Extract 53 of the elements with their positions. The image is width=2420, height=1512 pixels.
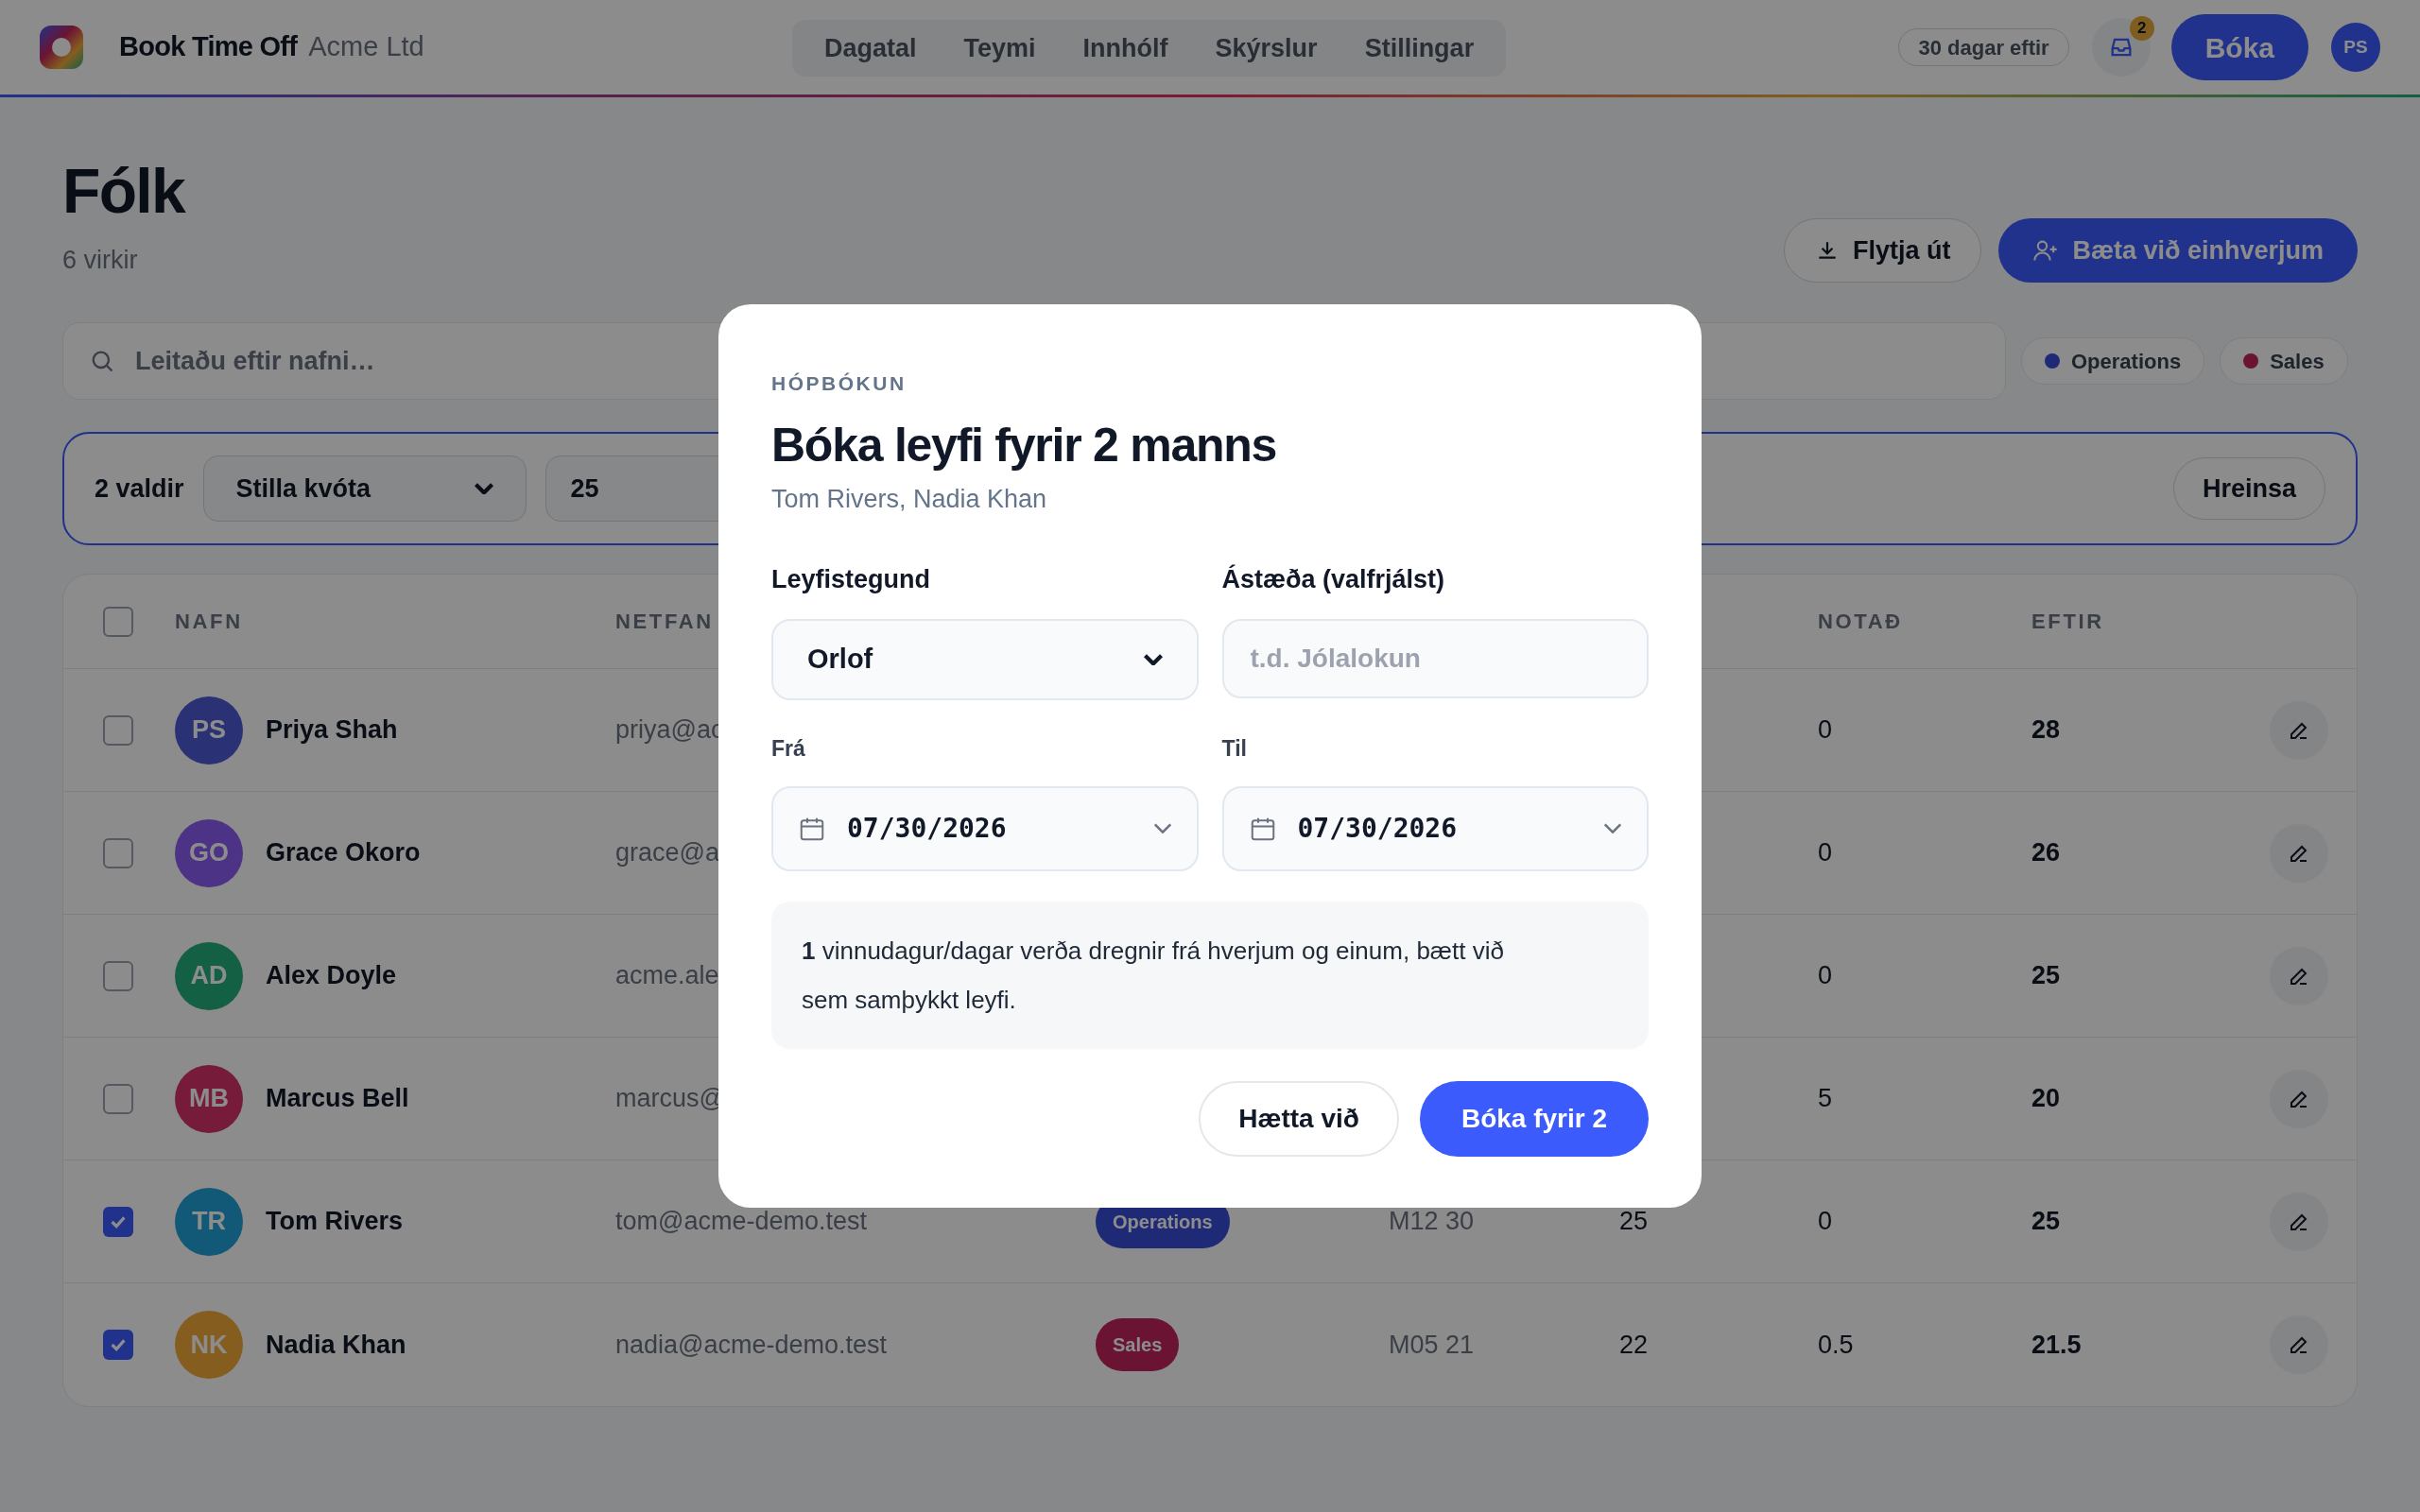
email-cell: acme.ale <box>615 961 719 990</box>
used-cell: 0 <box>1818 961 1833 990</box>
email-cell: marcus@ <box>615 1084 725 1113</box>
dialog-subtitle: Tom Rivers, Nadia Khan <box>771 484 1048 515</box>
person-name: Priya Shah <box>266 714 398 747</box>
person-avatar: AD <box>175 941 243 1010</box>
email-cell: tom@acme-demo.test <box>615 1207 867 1236</box>
person-avatar: NK <box>175 1311 243 1379</box>
notification-badge: 2 <box>2129 16 2154 41</box>
info-text: 1 vinnudagur/dagar verða dregnir frá hverjum og einum, bætt við sem samþykkt leyfi. <box>802 935 1505 1016</box>
remaining-cell: 25 <box>2031 1207 2061 1236</box>
remaining-cell: 26 <box>2031 838 2061 868</box>
table-cell: 22 <box>1619 1330 1649 1359</box>
team-badge: Sales <box>1096 1318 1180 1371</box>
page-subtitle: 6 virkir <box>62 245 139 276</box>
dialog-eyebrow: HÓPBÓKUN <box>771 371 908 396</box>
field-label: Frá <box>771 735 806 763</box>
used-cell: 0 <box>1818 838 1833 868</box>
column-header: EFTIR <box>2031 610 2104 633</box>
remaining-cell: 21.5 <box>2031 1330 2082 1359</box>
org-name: Acme Ltd <box>308 30 424 64</box>
used-cell: 0 <box>1818 715 1833 745</box>
person-name: Marcus Bell <box>266 1083 409 1115</box>
table-cell: 25 <box>1619 1207 1649 1236</box>
person-name: Tom Rivers <box>266 1206 404 1238</box>
field-label: Leyfistegund <box>771 563 931 595</box>
column-header: NAFN <box>175 610 243 633</box>
person-name: Grace Okoro <box>266 837 421 869</box>
person-avatar: MB <box>175 1064 243 1133</box>
person-name: Nadia Khan <box>266 1329 406 1361</box>
table-cell: M12 30 <box>1389 1207 1475 1236</box>
page-title: Fólk <box>62 160 185 222</box>
email-cell: priya@ac <box>615 715 724 745</box>
table-cell: M05 21 <box>1389 1330 1475 1359</box>
remaining-cell: 28 <box>2031 715 2061 745</box>
email-cell: nadia@acme-demo.test <box>615 1330 888 1359</box>
email-cell: grace@a <box>615 838 719 868</box>
app-name: Book Time Off <box>119 30 298 64</box>
dialog-title: Bóka leyfi fyrir 2 manns <box>771 417 1278 473</box>
person-avatar: PS <box>175 696 243 765</box>
person-avatar: GO <box>175 818 243 887</box>
remaining-cell: 25 <box>2031 961 2061 990</box>
field-label: Til <box>1221 735 1248 763</box>
used-cell: 0 <box>1818 1207 1833 1236</box>
remaining-cell: 20 <box>2031 1084 2061 1113</box>
field-label: Ástæða (valfrjálst) <box>1221 563 1446 595</box>
used-cell: 0.5 <box>1818 1330 1854 1359</box>
column-header: NETFAN <box>615 610 714 633</box>
column-header: NOTAÐ <box>1818 610 1903 633</box>
used-cell: 5 <box>1818 1084 1833 1113</box>
person-avatar: TR <box>175 1187 243 1256</box>
person-name: Alex Doyle <box>266 960 397 992</box>
selected-count: 2 valdir <box>95 472 184 505</box>
